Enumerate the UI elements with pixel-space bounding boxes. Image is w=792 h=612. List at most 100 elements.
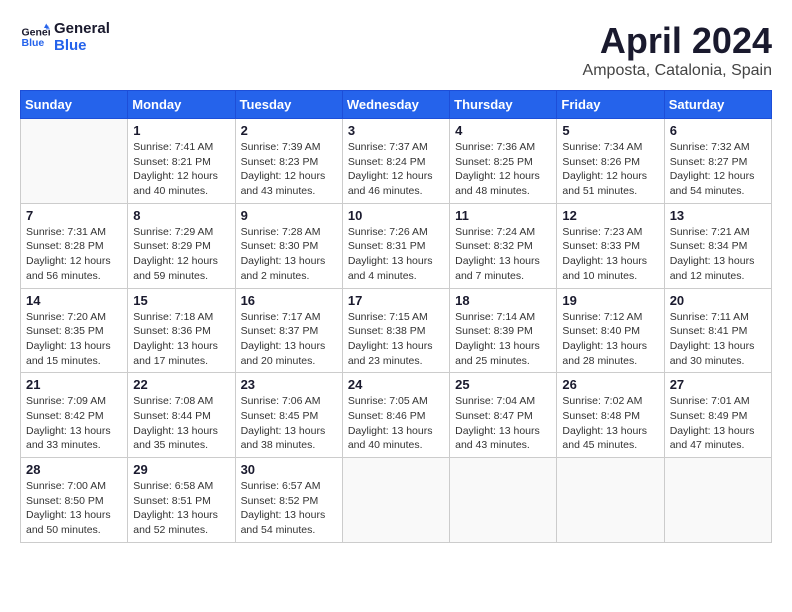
calendar-cell: 22 Sunrise: 7:08 AM Sunset: 8:44 PM Dayli…: [128, 373, 235, 458]
day-info: Sunrise: 7:05 AM Sunset: 8:46 PM Dayligh…: [348, 394, 444, 453]
day-info: Sunrise: 7:06 AM Sunset: 8:45 PM Dayligh…: [241, 394, 337, 453]
day-number: 18: [455, 293, 551, 308]
day-number: 7: [26, 208, 122, 223]
day-number: 14: [26, 293, 122, 308]
calendar-cell: 29 Sunrise: 6:58 AM Sunset: 8:51 PM Dayli…: [128, 458, 235, 543]
day-number: 23: [241, 377, 337, 392]
day-info: Sunrise: 7:36 AM Sunset: 8:25 PM Dayligh…: [455, 140, 551, 199]
day-number: 4: [455, 123, 551, 138]
calendar-cell: 28 Sunrise: 7:00 AM Sunset: 8:50 PM Dayli…: [21, 458, 128, 543]
calendar-cell: 19 Sunrise: 7:12 AM Sunset: 8:40 PM Dayli…: [557, 288, 664, 373]
calendar-cell: 9 Sunrise: 7:28 AM Sunset: 8:30 PM Daylig…: [235, 203, 342, 288]
calendar-header-row: SundayMondayTuesdayWednesdayThursdayFrid…: [21, 91, 772, 119]
day-info: Sunrise: 7:12 AM Sunset: 8:40 PM Dayligh…: [562, 310, 658, 369]
week-row-3: 14 Sunrise: 7:20 AM Sunset: 8:35 PM Dayli…: [21, 288, 772, 373]
calendar-cell: 16Sunrise: 7:17 AM Sunset: 8:37 PM Dayli…: [235, 288, 342, 373]
day-number: 27: [670, 377, 766, 392]
day-number: 21: [26, 377, 122, 392]
calendar-cell: 30Sunrise: 6:57 AM Sunset: 8:52 PM Dayli…: [235, 458, 342, 543]
day-info: Sunrise: 7:14 AM Sunset: 8:39 PM Dayligh…: [455, 310, 551, 369]
day-info: Sunrise: 7:18 AM Sunset: 8:36 PM Dayligh…: [133, 310, 229, 369]
week-row-4: 21 Sunrise: 7:09 AM Sunset: 8:42 PM Dayli…: [21, 373, 772, 458]
day-number: 6: [670, 123, 766, 138]
day-number: 13: [670, 208, 766, 223]
calendar-cell: 23 Sunrise: 7:06 AM Sunset: 8:45 PM Dayli…: [235, 373, 342, 458]
day-info: Sunrise: 7:29 AM Sunset: 8:29 PM Dayligh…: [133, 225, 229, 284]
day-number: 12: [562, 208, 658, 223]
day-number: 17: [348, 293, 444, 308]
calendar-cell: 15 Sunrise: 7:18 AM Sunset: 8:36 PM Dayli…: [128, 288, 235, 373]
day-info: Sunrise: 7:17 AM Sunset: 8:37 PM Dayligh…: [241, 310, 337, 369]
calendar-cell: 24 Sunrise: 7:05 AM Sunset: 8:46 PM Dayli…: [342, 373, 449, 458]
day-number: 28: [26, 462, 122, 477]
weekday-header-friday: Friday: [557, 91, 664, 119]
calendar-cell: 13 Sunrise: 7:21 AM Sunset: 8:34 PM Dayli…: [664, 203, 771, 288]
day-number: 22: [133, 377, 229, 392]
day-info: Sunrise: 7:41 AM Sunset: 8:21 PM Dayligh…: [133, 140, 229, 199]
day-info: Sunrise: 7:26 AM Sunset: 8:31 PM Dayligh…: [348, 225, 444, 284]
day-number: 15: [133, 293, 229, 308]
calendar-cell: [450, 458, 557, 543]
day-number: 29: [133, 462, 229, 477]
calendar-table: SundayMondayTuesdayWednesdayThursdayFrid…: [20, 90, 772, 543]
logo-icon: General Blue: [20, 22, 50, 52]
day-number: 26: [562, 377, 658, 392]
day-info: Sunrise: 7:28 AM Sunset: 8:30 PM Dayligh…: [241, 225, 337, 284]
calendar-cell: 27Sunrise: 7:01 AM Sunset: 8:49 PM Dayli…: [664, 373, 771, 458]
weekday-header-saturday: Saturday: [664, 91, 771, 119]
weekday-header-sunday: Sunday: [21, 91, 128, 119]
calendar-cell: 7 Sunrise: 7:31 AM Sunset: 8:28 PM Daylig…: [21, 203, 128, 288]
calendar-cell: 26 Sunrise: 7:02 AM Sunset: 8:48 PM Dayli…: [557, 373, 664, 458]
day-info: Sunrise: 7:23 AM Sunset: 8:33 PM Dayligh…: [562, 225, 658, 284]
day-info: Sunrise: 7:31 AM Sunset: 8:28 PM Dayligh…: [26, 225, 122, 284]
calendar-cell: 14 Sunrise: 7:20 AM Sunset: 8:35 PM Dayli…: [21, 288, 128, 373]
day-info: Sunrise: 7:00 AM Sunset: 8:50 PM Dayligh…: [26, 479, 122, 538]
day-number: 5: [562, 123, 658, 138]
day-info: Sunrise: 7:20 AM Sunset: 8:35 PM Dayligh…: [26, 310, 122, 369]
day-info: Sunrise: 7:09 AM Sunset: 8:42 PM Dayligh…: [26, 394, 122, 453]
calendar-cell: 6Sunrise: 7:32 AM Sunset: 8:27 PM Daylig…: [664, 119, 771, 204]
week-row-2: 7 Sunrise: 7:31 AM Sunset: 8:28 PM Daylig…: [21, 203, 772, 288]
calendar-cell: [342, 458, 449, 543]
calendar-cell: 2Sunrise: 7:39 AM Sunset: 8:23 PM Daylig…: [235, 119, 342, 204]
day-number: 24: [348, 377, 444, 392]
calendar-cell: 1 Sunrise: 7:41 AM Sunset: 8:21 PM Daylig…: [128, 119, 235, 204]
header: General Blue General Blue April 2024 Amp…: [20, 20, 772, 80]
weekday-header-monday: Monday: [128, 91, 235, 119]
day-number: 19: [562, 293, 658, 308]
day-number: 20: [670, 293, 766, 308]
calendar-cell: [21, 119, 128, 204]
title-section: April 2024 Amposta, Catalonia, Spain: [583, 20, 772, 80]
day-info: Sunrise: 7:08 AM Sunset: 8:44 PM Dayligh…: [133, 394, 229, 453]
calendar-cell: 8 Sunrise: 7:29 AM Sunset: 8:29 PM Daylig…: [128, 203, 235, 288]
logo-blue: Blue: [54, 37, 110, 54]
day-info: Sunrise: 7:02 AM Sunset: 8:48 PM Dayligh…: [562, 394, 658, 453]
day-number: 25: [455, 377, 551, 392]
calendar-cell: 17Sunrise: 7:15 AM Sunset: 8:38 PM Dayli…: [342, 288, 449, 373]
day-number: 9: [241, 208, 337, 223]
calendar-cell: 18 Sunrise: 7:14 AM Sunset: 8:39 PM Dayli…: [450, 288, 557, 373]
weekday-header-thursday: Thursday: [450, 91, 557, 119]
day-number: 8: [133, 208, 229, 223]
week-row-1: 1 Sunrise: 7:41 AM Sunset: 8:21 PM Daylig…: [21, 119, 772, 204]
calendar-cell: 20 Sunrise: 7:11 AM Sunset: 8:41 PM Dayli…: [664, 288, 771, 373]
calendar-cell: 21 Sunrise: 7:09 AM Sunset: 8:42 PM Dayli…: [21, 373, 128, 458]
day-number: 1: [133, 123, 229, 138]
day-info: Sunrise: 7:04 AM Sunset: 8:47 PM Dayligh…: [455, 394, 551, 453]
weekday-header-tuesday: Tuesday: [235, 91, 342, 119]
calendar-cell: [664, 458, 771, 543]
calendar-cell: 3 Sunrise: 7:37 AM Sunset: 8:24 PM Daylig…: [342, 119, 449, 204]
logo: General Blue General Blue: [20, 20, 110, 54]
calendar-cell: 4 Sunrise: 7:36 AM Sunset: 8:25 PM Daylig…: [450, 119, 557, 204]
day-number: 11: [455, 208, 551, 223]
day-info: Sunrise: 7:11 AM Sunset: 8:41 PM Dayligh…: [670, 310, 766, 369]
day-info: Sunrise: 7:21 AM Sunset: 8:34 PM Dayligh…: [670, 225, 766, 284]
day-number: 3: [348, 123, 444, 138]
day-number: 30: [241, 462, 337, 477]
day-info: Sunrise: 6:58 AM Sunset: 8:51 PM Dayligh…: [133, 479, 229, 538]
day-info: Sunrise: 7:39 AM Sunset: 8:23 PM Dayligh…: [241, 140, 337, 199]
day-info: Sunrise: 7:24 AM Sunset: 8:32 PM Dayligh…: [455, 225, 551, 284]
logo-general: General: [54, 20, 110, 37]
day-info: Sunrise: 7:37 AM Sunset: 8:24 PM Dayligh…: [348, 140, 444, 199]
svg-text:Blue: Blue: [22, 37, 45, 49]
